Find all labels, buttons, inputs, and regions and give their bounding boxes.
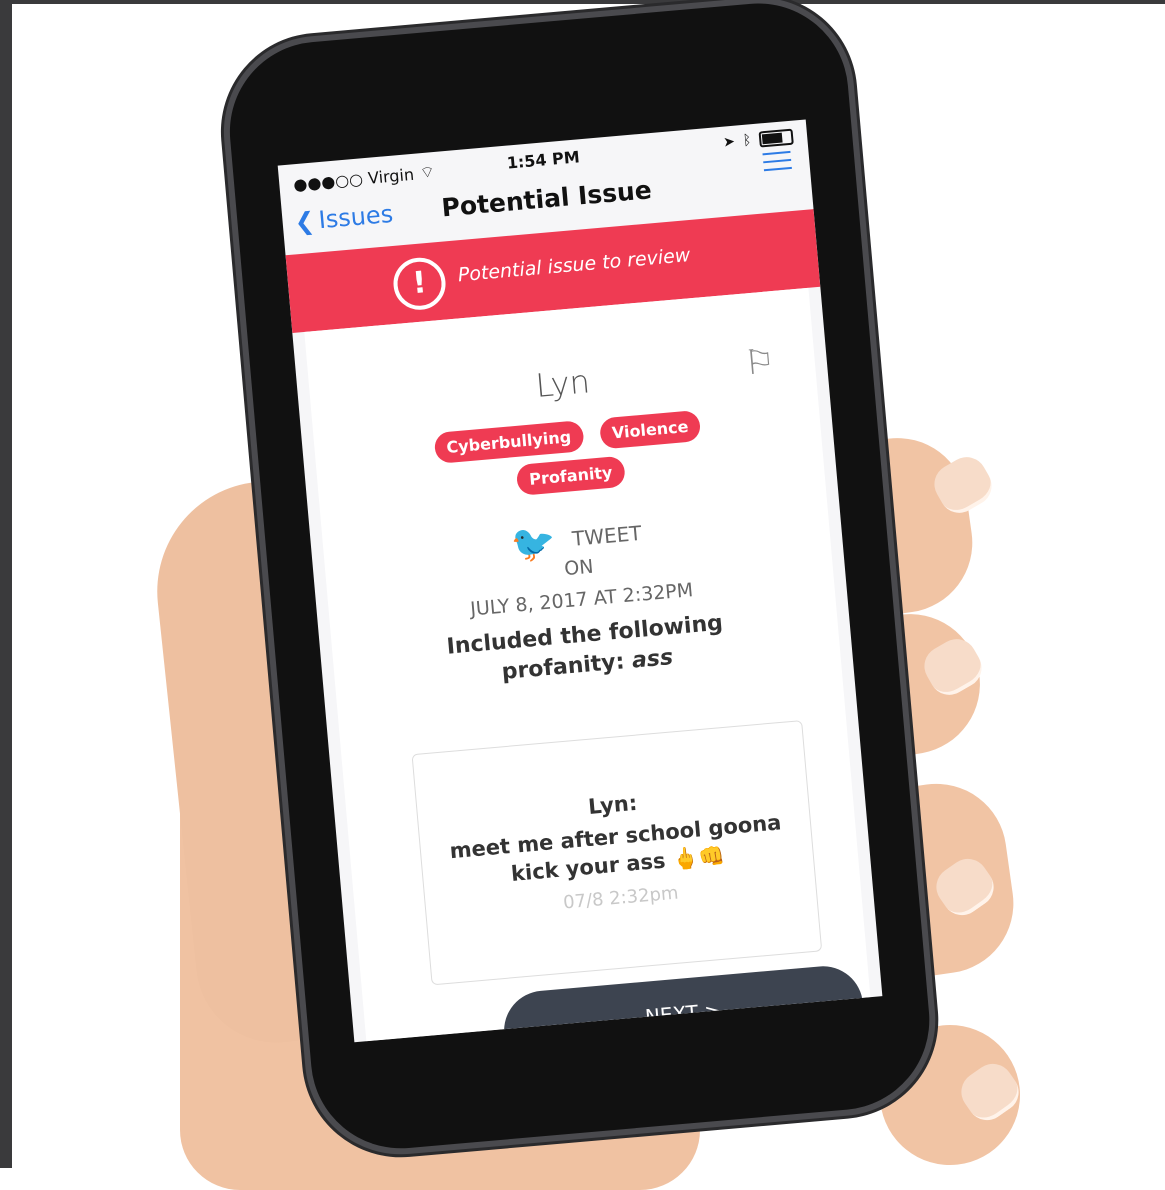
issue-card: Lyn ⚐ Cyberbullying Violence Profanity 🐦…: [304, 287, 871, 1042]
flag-icon[interactable]: ⚐: [743, 341, 777, 384]
phone-screen: ●●●○○ Virgin ⌔ 1:54 PM ➤ ᛒ ❮ Issues Pote…: [277, 119, 883, 1043]
source-label: TWEET: [571, 520, 643, 551]
phone-body: ●●●○○ Virgin ⌔ 1:54 PM ➤ ᛒ ❮ Issues Pote…: [222, 0, 937, 1156]
phone: ●●●○○ Virgin ⌔ 1:54 PM ➤ ᛒ ❮ Issues Pote…: [201, 0, 980, 1187]
menu-icon[interactable]: [762, 145, 793, 177]
bluetooth-icon: ᛒ: [742, 132, 752, 149]
message-box: Lyn: meet me after school goona kick you…: [411, 720, 823, 986]
banner-text: Potential issue to review: [456, 244, 692, 287]
profanity-word: ass: [630, 645, 675, 674]
window-frame-left: [0, 0, 12, 1168]
alert-circle-icon: !: [391, 255, 448, 312]
tag-cyberbullying: Cyberbullying: [433, 420, 585, 464]
location-icon: ➤: [722, 133, 736, 151]
description-prefix: Included the following profanity:: [445, 610, 724, 685]
tag-violence: Violence: [598, 409, 702, 450]
tag-profanity: Profanity: [516, 455, 626, 496]
